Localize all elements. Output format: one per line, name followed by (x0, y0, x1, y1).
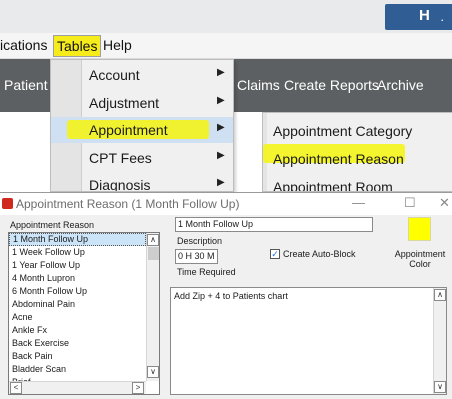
title-button-sub: . (441, 13, 444, 23)
close-icon[interactable]: ✕ (439, 195, 450, 211)
app-glyph-icon: H (419, 7, 430, 24)
scroll-up-icon[interactable]: ∧ (434, 289, 446, 301)
scroll-right-icon[interactable]: > (132, 382, 144, 394)
description-field[interactable]: 1 Month Follow Up (175, 217, 373, 232)
menu-item-cpt-fees[interactable]: CPT Fees ▶ (51, 145, 233, 171)
menu-item-label: Account (89, 67, 140, 83)
list-item[interactable]: Back Pain (9, 350, 146, 363)
notes-vertical-scrollbar[interactable]: ∧ ∨ (433, 288, 446, 394)
dialog-title: Appointment Reason (1 Month Follow Up) (16, 197, 240, 211)
auto-block-checkbox[interactable]: ✓ (270, 249, 280, 259)
title-bar-button[interactable]: H . (385, 4, 452, 30)
notes-textarea[interactable]: Add Zip + 4 to Patients chart ∧ ∨ (170, 287, 447, 395)
description-label: Description (177, 236, 223, 246)
menu-tables[interactable]: Tables (53, 35, 102, 57)
submenu-arrow-icon: ▶ (217, 67, 225, 78)
auto-block-label: Create Auto-Block (283, 249, 356, 259)
submenu-item-appointment-room[interactable]: Appointment Room (273, 179, 393, 191)
submenu-item-appointment-reason[interactable]: Appointment Reason (273, 151, 404, 167)
list-item[interactable]: 6 Month Follow Up (9, 285, 146, 298)
submenu-arrow-icon: ▶ (217, 177, 225, 188)
scroll-down-icon[interactable]: ∨ (147, 366, 159, 378)
scroll-up-icon[interactable]: ∧ (147, 234, 159, 246)
app-icon (2, 198, 13, 209)
list-item[interactable]: Bladder Scan (9, 363, 146, 376)
dialog-title-bar: Appointment Reason (1 Month Follow Up) —… (0, 193, 452, 215)
list-item[interactable]: Ankle Fx (9, 324, 146, 337)
list-item[interactable]: Abdominal Pain (9, 298, 146, 311)
toolbar-archive-button[interactable]: Archive (377, 77, 424, 93)
list-item[interactable]: 1 Week Follow Up (9, 246, 146, 259)
submenu-arrow-icon: ▶ (217, 122, 225, 133)
app-title-bar: H . (0, 0, 452, 33)
submenu-item-appointment-category[interactable]: Appointment Category (273, 123, 412, 139)
menu-bar: ications Tables Help (0, 33, 452, 59)
menu-applications[interactable]: ications (0, 37, 47, 53)
menu-item-label: CPT Fees (89, 150, 152, 166)
list-item[interactable]: 4 Month Lupron (9, 272, 146, 285)
reason-list-label: Appointment Reason (10, 220, 95, 230)
menu-item-appointment[interactable]: Appointment ▶ (51, 117, 233, 143)
tables-dropdown-menu: Account ▶ Adjustment ▶ Appointment ▶ CPT… (50, 59, 234, 192)
appointment-reason-dialog: Appointment Reason (1 Month Follow Up) —… (0, 192, 452, 399)
appointment-submenu: Appointment Category Appointment Reason … (262, 112, 452, 192)
scroll-down-icon[interactable]: ∨ (434, 381, 446, 393)
time-required-field[interactable]: 0 H 30 M (175, 249, 218, 264)
reason-list-items: 1 Month Follow Up 1 Week Follow Up 1 Year … (9, 233, 146, 389)
minimize-icon[interactable]: — (352, 195, 365, 210)
menu-item-label: Adjustment (89, 95, 160, 111)
menu-item-label: Appointment (89, 122, 168, 138)
menu-help[interactable]: Help (103, 37, 132, 53)
time-required-label: Time Required (177, 267, 236, 277)
menu-item-account[interactable]: Account ▶ (51, 62, 233, 88)
menu-item-diagnosis[interactable]: Diagnosis ▶ (51, 172, 233, 192)
scroll-left-icon[interactable]: < (10, 382, 22, 394)
list-item[interactable]: Back Exercise (9, 337, 146, 350)
menu-item-adjustment[interactable]: Adjustment ▶ (51, 90, 233, 116)
scrollbar-thumb[interactable] (148, 247, 159, 260)
notes-text: Add Zip + 4 to Patients chart (174, 291, 288, 301)
list-horizontal-scrollbar[interactable]: < > (9, 381, 146, 394)
appointment-color-swatch[interactable] (408, 217, 431, 241)
reason-listbox[interactable]: 1 Month Follow Up 1 Week Follow Up 1 Year … (8, 232, 160, 395)
list-vertical-scrollbar[interactable]: ∧ ∨ (146, 233, 159, 381)
submenu-arrow-icon: ▶ (217, 150, 225, 161)
list-item[interactable]: 1 Month Follow Up (9, 233, 146, 246)
list-item[interactable]: 1 Year Follow Up (9, 259, 146, 272)
toolbar-claims-button[interactable]: Claims (237, 77, 280, 93)
list-item[interactable]: Acne (9, 311, 146, 324)
menu-item-label: Diagnosis (89, 177, 151, 192)
toolbar-create-reports-button[interactable]: Create Reports (284, 77, 379, 93)
submenu-arrow-icon: ▶ (217, 95, 225, 106)
appointment-color-label: Appointment Color (394, 249, 446, 269)
maximize-icon[interactable]: ☐ (404, 195, 416, 211)
